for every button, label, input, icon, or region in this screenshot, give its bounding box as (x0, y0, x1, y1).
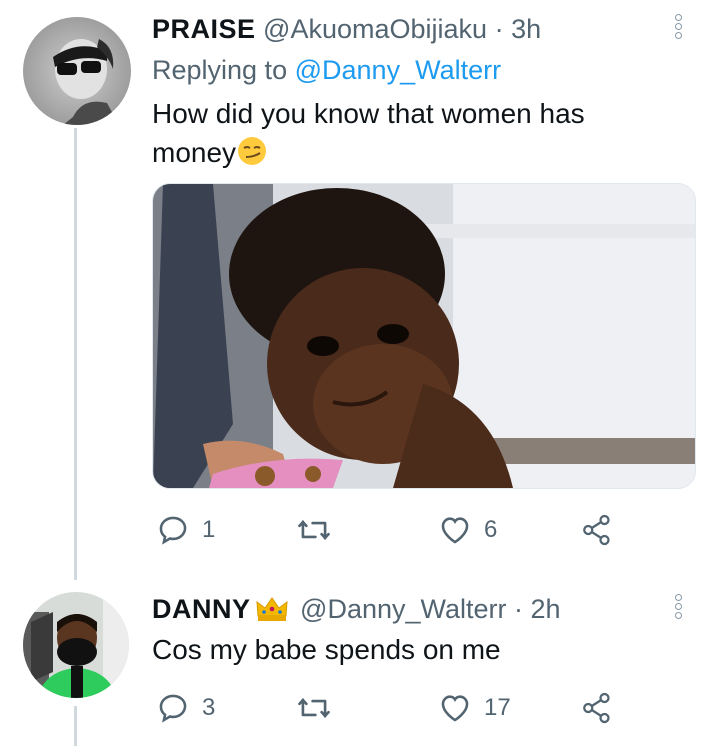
share-button[interactable] (582, 688, 612, 728)
reply-button[interactable]: 3 (156, 688, 215, 728)
tweet-text: Cos my babe spends on me (152, 630, 501, 669)
reply-icon (159, 694, 187, 723)
like-button[interactable]: 6 (438, 510, 497, 550)
like-count: 6 (484, 516, 498, 543)
reply-button[interactable]: 1 (156, 510, 215, 550)
display-name[interactable]: PRAISE (152, 14, 256, 44)
more-options-icon[interactable] (674, 594, 688, 621)
share-icon (583, 514, 610, 546)
retweet-button[interactable] (296, 510, 332, 550)
retweet-icon (298, 698, 330, 718)
share-icon (583, 692, 610, 724)
reply-count: 1 (202, 516, 216, 543)
tweet-photo[interactable] (152, 183, 696, 489)
tweet-text-line: How did you know that women has (152, 98, 585, 129)
tweet-header: DANNY @Danny_Walterr · 2h (152, 592, 561, 630)
user-handle[interactable]: @AkuomaObijiaku (263, 14, 487, 44)
tweet[interactable]: DANNY @Danny_Walterr · 2h Cos my babe sp… (0, 580, 720, 746)
retweet-icon (298, 520, 330, 540)
retweet-button[interactable] (296, 688, 332, 728)
tweet-text-line: Cos my babe spends on me (152, 634, 501, 665)
heart-icon (441, 517, 469, 544)
replying-to: Replying to @Danny_Walterr (152, 53, 501, 87)
reply-count: 3 (202, 694, 216, 721)
smirking-face-emoji (236, 136, 268, 176)
mention-link[interactable]: @Danny_Walterr (295, 55, 501, 85)
heart-icon (441, 695, 469, 722)
tweet-text-word: money (152, 137, 237, 168)
tweet-actions: 1 6 (156, 510, 626, 550)
display-name[interactable]: DANNY (152, 594, 251, 624)
timestamp[interactable]: · 2h (514, 594, 561, 624)
tweet-header: PRAISE @AkuomaObijiaku · 3h (152, 12, 541, 46)
share-button[interactable] (582, 510, 612, 550)
more-options-icon[interactable] (674, 14, 688, 41)
user-handle[interactable]: @Danny_Walterr (300, 594, 506, 624)
replying-label: Replying to (152, 55, 288, 85)
crown-emoji (255, 596, 289, 630)
avatar[interactable] (23, 17, 131, 125)
tweet[interactable]: PRAISE @AkuomaObijiaku · 3h Replying to … (0, 0, 720, 578)
timestamp[interactable]: · 3h (495, 14, 542, 44)
avatar[interactable] (23, 592, 129, 698)
tweet-actions: 3 17 (156, 688, 626, 728)
tweet-text: How did you know that women has money (152, 94, 585, 176)
tweet-text-line: money (152, 133, 585, 176)
like-button[interactable]: 17 (438, 688, 511, 728)
like-count: 17 (484, 694, 511, 721)
reply-icon (159, 516, 187, 545)
